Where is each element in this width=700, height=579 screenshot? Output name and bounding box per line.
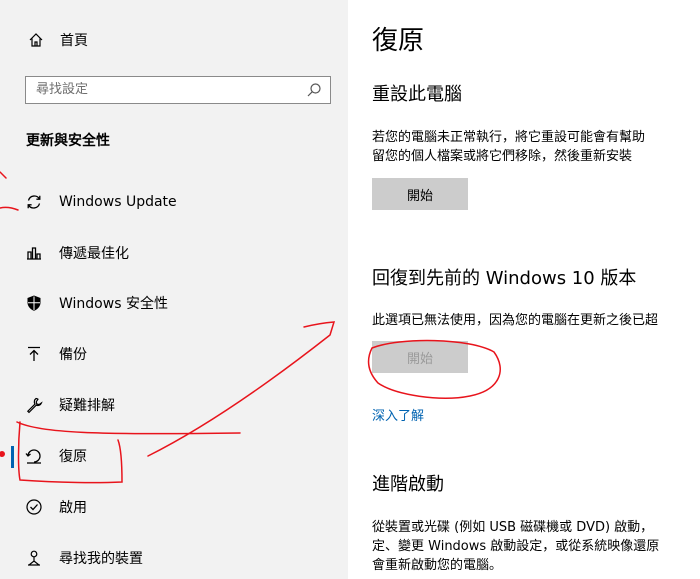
sidebar-item-label: 啟用 xyxy=(59,500,87,516)
sidebar-item-find-my-device[interactable]: 尋找我的裝置 xyxy=(0,538,348,578)
sidebar-item-label: 復原 xyxy=(59,449,87,465)
rollback-heading: 回復到先前的 Windows 10 版本 xyxy=(372,268,637,289)
sidebar-item-windows-update[interactable]: Windows Update xyxy=(0,182,348,222)
sidebar-item-backup[interactable]: 備份 xyxy=(0,334,348,374)
check-circle-icon xyxy=(23,496,45,518)
shield-icon xyxy=(23,292,45,314)
section-title: 更新與安全性 xyxy=(26,133,110,149)
page-title: 復原 xyxy=(372,26,425,56)
advanced-startup-description-line2: 定、變更 Windows 啟動設定，或從系統映像還原 xyxy=(372,539,660,554)
rollback-description: 此選項已無法使用，因為您的電腦在更新之後已超 xyxy=(372,313,659,328)
reset-start-button[interactable]: 開始 xyxy=(372,178,468,210)
sidebar-item-label: Windows Update xyxy=(59,194,177,210)
sidebar-item-delivery-optimization[interactable]: 傳遞最佳化 xyxy=(0,233,348,273)
home-label: 首頁 xyxy=(60,33,88,49)
search-input[interactable] xyxy=(36,82,296,97)
sidebar: 首頁 更新與安全性 Windows Update 傳遞最佳化 Windows 安… xyxy=(0,0,348,579)
advanced-startup-description-line3: 會重新啟動您的電腦。 xyxy=(372,558,503,573)
sidebar-item-label: 備份 xyxy=(59,347,87,363)
sidebar-item-label: 疑難排解 xyxy=(59,398,115,414)
wrench-icon xyxy=(23,394,45,416)
advanced-startup-description-line1: 從裝置或光碟 (例如 USB 磁碟機或 DVD) 啟動， xyxy=(372,520,654,535)
home-nav-item[interactable]: 首頁 xyxy=(26,28,88,52)
sidebar-item-label: 傳遞最佳化 xyxy=(59,246,129,262)
sidebar-item-troubleshoot[interactable]: 疑難排解 xyxy=(0,385,348,425)
sidebar-item-recovery[interactable]: 復原 xyxy=(0,436,348,476)
sidebar-item-label: Windows 安全性 xyxy=(59,296,168,312)
advanced-startup-heading: 進階啟動 xyxy=(372,474,444,495)
sidebar-item-label: 尋找我的裝置 xyxy=(59,551,143,567)
refresh-icon xyxy=(23,191,45,213)
search-icon[interactable] xyxy=(306,82,322,98)
learn-more-link[interactable]: 深入了解 xyxy=(372,405,424,424)
backup-arrow-icon xyxy=(23,343,45,365)
reset-pc-heading: 重設此電腦 xyxy=(372,84,462,105)
search-box[interactable] xyxy=(25,76,331,104)
home-icon xyxy=(26,32,46,48)
find-device-icon xyxy=(23,547,45,569)
rollback-start-button[interactable]: 開始 xyxy=(372,341,468,373)
reset-pc-description-line1: 若您的電腦未正常執行，將它重設可能會有幫助 xyxy=(372,130,646,145)
reset-pc-description-line2: 留您的個人檔案或將它們移除，然後重新安裝 xyxy=(372,149,633,164)
delivery-optimization-icon xyxy=(23,242,45,264)
main-content: 復原 重設此電腦 若您的電腦未正常執行，將它重設可能會有幫助 留您的個人檔案或將… xyxy=(348,0,700,579)
recovery-icon xyxy=(23,445,45,467)
sidebar-item-activation[interactable]: 啟用 xyxy=(0,487,348,527)
sidebar-item-windows-security[interactable]: Windows 安全性 xyxy=(0,283,348,323)
